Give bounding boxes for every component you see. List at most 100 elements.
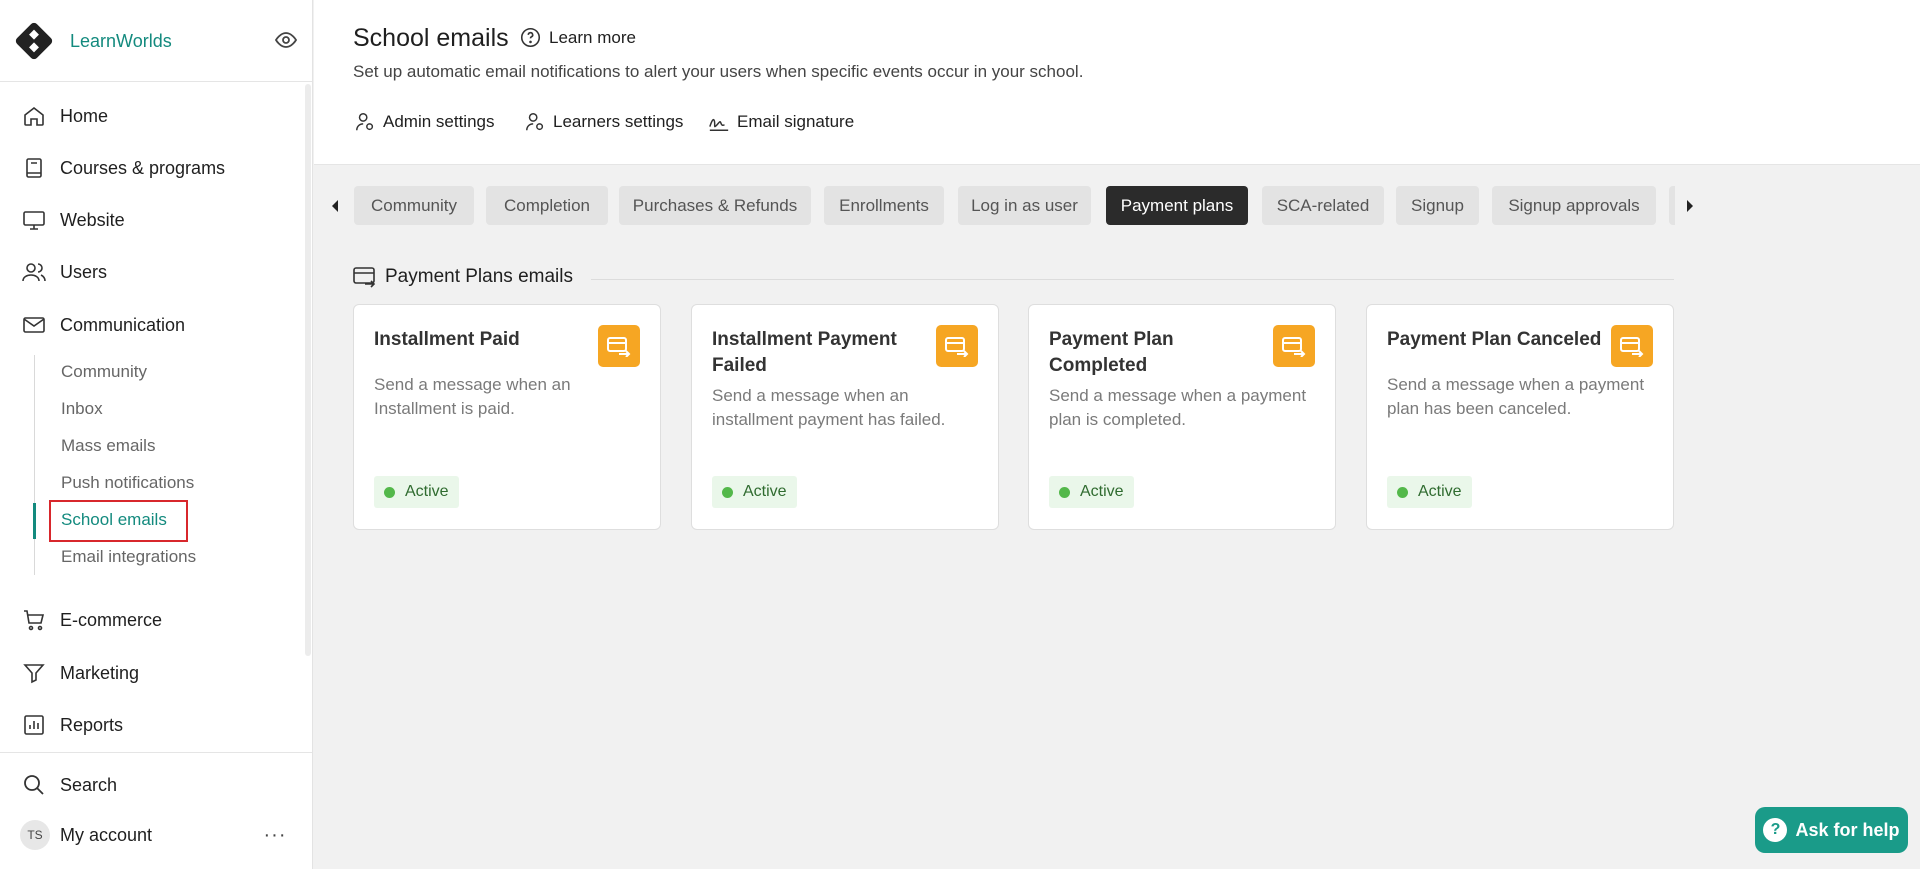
learners-settings-label: Learners settings (553, 112, 684, 131)
status-badge: Active (1049, 476, 1134, 508)
status-badge: Active (1387, 476, 1472, 508)
bar-chart-icon (20, 711, 48, 739)
email-card-payment-plan-completed[interactable]: Payment Plan Completed Send a message wh… (1028, 304, 1336, 530)
sidebar-item-website[interactable]: Website (20, 202, 300, 238)
section-title-label: Payment Plans emails (385, 266, 573, 287)
monitor-icon (20, 206, 48, 234)
brand-name: LearnWorlds (70, 30, 172, 51)
eye-icon[interactable] (274, 28, 298, 52)
email-signature-link[interactable]: Email signature (708, 111, 854, 133)
sidebar-divider (0, 81, 312, 82)
status-dot (722, 486, 733, 498)
status-label: Active (743, 483, 787, 500)
home-icon (20, 102, 48, 130)
tab-purchases-refunds[interactable]: Purchases & Refunds (619, 186, 811, 225)
card-transfer-icon (598, 325, 640, 367)
card-description: Send a message when a payment plan has b… (1387, 375, 1645, 418)
sidebar-item-search[interactable]: Search (20, 767, 300, 803)
sidebar-item-home[interactable]: Home (20, 98, 300, 134)
learn-more-label: Learn more (549, 27, 636, 47)
email-card-installment-payment-failed[interactable]: Installment Payment Failed Send a messag… (691, 304, 999, 530)
card-title: Installment Paid (374, 329, 520, 350)
tab-signup-approvals[interactable]: Signup approvals (1492, 186, 1656, 225)
sidebar-item-users[interactable]: Users (20, 254, 300, 290)
tab-completion[interactable]: Completion (486, 186, 608, 225)
tab-partial[interactable] (1669, 186, 1675, 225)
sidebar-subitem-email-integrations[interactable]: Email integrations (61, 542, 196, 572)
status-label: Active (405, 483, 449, 500)
card-description: Send a message when a payment plan is co… (1049, 386, 1307, 429)
card-transfer-icon (353, 267, 376, 288)
book-icon (20, 154, 48, 182)
tab-community[interactable]: Community (354, 186, 474, 225)
learn-more-link[interactable]: Learn more (520, 27, 636, 48)
card-transfer-icon (1611, 325, 1653, 367)
cart-icon (20, 606, 48, 634)
sidebar-subitem-push-notifications[interactable]: Push notifications (61, 468, 194, 498)
users-icon (20, 258, 48, 286)
sidebar-subitem-inbox[interactable]: Inbox (61, 394, 103, 424)
brand[interactable]: LearnWorlds (13, 18, 172, 64)
sidebar-item-label: Home (60, 105, 109, 126)
sidebar-item-label: Users (60, 261, 108, 282)
sidebar-item-courses[interactable]: Courses & programs (20, 150, 300, 186)
status-dot (384, 486, 395, 498)
ask-for-help-button[interactable]: ? Ask for help (1755, 807, 1908, 853)
sidebar-item-label: E-commerce (60, 609, 163, 630)
funnel-icon (20, 659, 48, 687)
user-gear-icon (356, 113, 374, 131)
more-options-icon[interactable]: ··· (262, 820, 288, 850)
card-title: Payment Plan Completed (1049, 329, 1174, 376)
admin-settings-label: Admin settings (383, 112, 495, 131)
status-badge: Active (712, 476, 797, 508)
status-badge: Active (374, 476, 459, 508)
user-gear-icon (526, 113, 544, 131)
sidebar-item-reports[interactable]: Reports (20, 707, 300, 743)
tab-signup[interactable]: Signup (1396, 186, 1479, 225)
card-title: Payment Plan Canceled (1387, 329, 1602, 350)
sidebar-scrollbar[interactable] (305, 84, 311, 656)
status-label: Active (1418, 483, 1462, 500)
sidebar-divider (0, 752, 312, 753)
page-title: School emails (353, 24, 509, 52)
question-circle-icon (520, 27, 541, 48)
tab-sca-related[interactable]: SCA-related (1262, 186, 1384, 225)
card-transfer-icon (936, 325, 978, 367)
submenu-line (34, 355, 35, 575)
section-divider (591, 279, 1674, 280)
page-subtitle: Set up automatic email notifications to … (353, 62, 1084, 81)
sidebar-item-label: My account (60, 824, 153, 845)
learnworlds-logo-icon (13, 20, 55, 62)
sidebar: LearnWorlds Home Courses & programs Webs… (0, 0, 313, 869)
card-description: Send a message when an Installment is pa… (374, 375, 571, 418)
avatar[interactable]: TS (20, 820, 50, 850)
status-dot (1059, 486, 1070, 498)
sidebar-item-ecommerce[interactable]: E-commerce (20, 602, 300, 638)
card-title: Installment Payment Failed (712, 329, 897, 376)
tabs-scroll-left-icon[interactable] (328, 196, 342, 216)
sidebar-item-marketing[interactable]: Marketing (20, 655, 300, 691)
email-signature-label: Email signature (737, 112, 855, 131)
tab-log-in-as-user[interactable]: Log in as user (958, 186, 1091, 225)
sidebar-item-label: Marketing (60, 662, 140, 683)
sidebar-subitem-mass-emails[interactable]: Mass emails (61, 431, 155, 461)
sidebar-item-label: Communication (60, 314, 186, 335)
sidebar-item-label: Courses & programs (60, 157, 226, 178)
highlight-box (49, 500, 188, 542)
status-label: Active (1080, 483, 1124, 500)
sidebar-subitem-community[interactable]: Community (61, 357, 147, 387)
sidebar-item-communication[interactable]: Communication (20, 307, 300, 343)
email-card-payment-plan-canceled[interactable]: Payment Plan Canceled Send a message whe… (1366, 304, 1674, 530)
email-card-installment-paid[interactable]: Installment Paid Send a message when an … (353, 304, 661, 530)
search-icon (20, 771, 48, 799)
page-header: School emails Learn more Set up automati… (314, 0, 1920, 165)
tab-enrollments[interactable]: Enrollments (824, 186, 944, 225)
card-description: Send a message when an installment payme… (712, 386, 946, 429)
admin-settings-link[interactable]: Admin settings (354, 111, 495, 133)
signature-icon (709, 118, 729, 131)
tabs-scroll-right-icon[interactable] (1683, 196, 1697, 216)
section-title: Payment Plans emails (353, 266, 573, 288)
learners-settings-link[interactable]: Learners settings (524, 111, 683, 133)
sidebar-item-account[interactable]: My account (48, 817, 248, 853)
tab-payment-plans[interactable]: Payment plans (1106, 186, 1248, 225)
